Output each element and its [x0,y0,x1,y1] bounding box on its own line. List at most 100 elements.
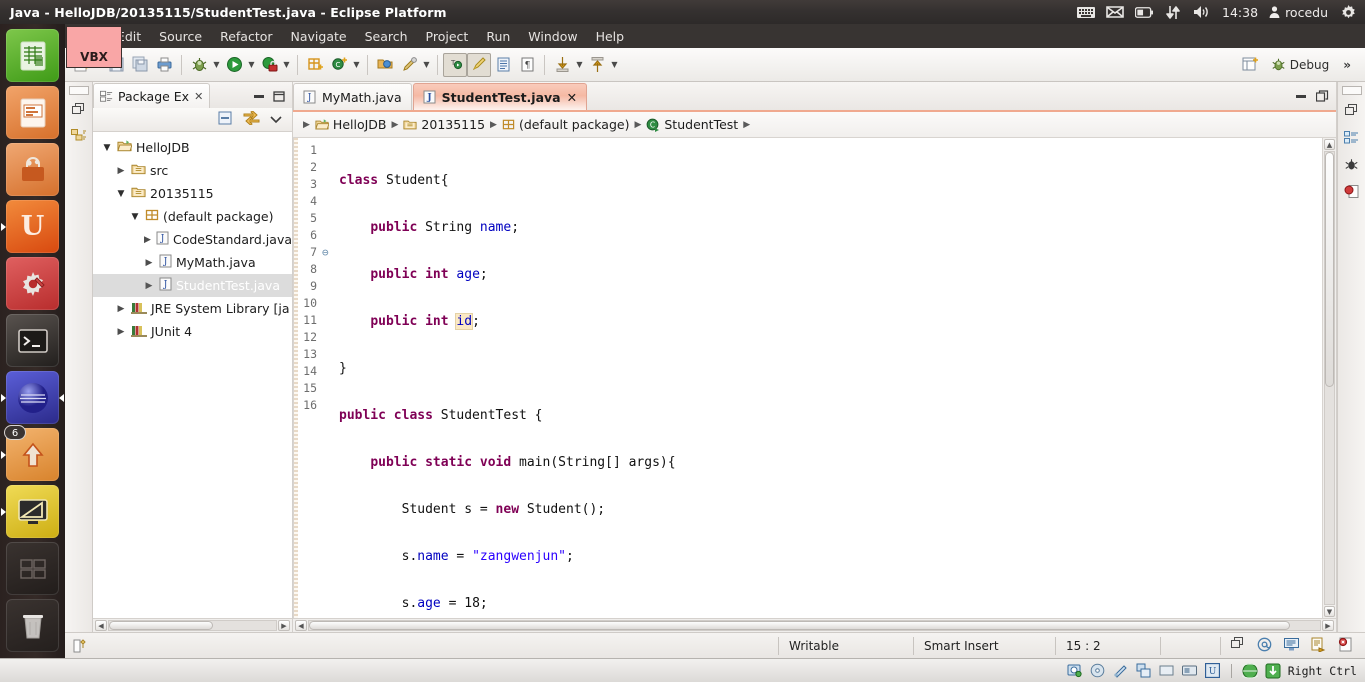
launcher-item-workspace-switcher[interactable] [6,542,59,595]
network-icon[interactable] [1164,4,1182,20]
editor-vscrollbar[interactable]: ▲ ▼ [1322,138,1336,618]
close-icon[interactable]: ✕ [567,90,577,105]
perspective-overflow-chevron[interactable]: » [1337,58,1357,72]
fold-marker-line7[interactable]: ⊖ [322,244,336,261]
launcher-item-libreoffice-impress[interactable] [6,86,59,139]
cd-icon[interactable] [1090,663,1106,679]
twisty-icon[interactable]: ▶ [143,258,155,268]
breadcrumb-item-type[interactable]: C StudentTest [646,117,738,132]
new-java-project-button[interactable] [303,53,327,77]
maximize-icon[interactable] [1316,90,1330,105]
previous-edit-dropdown-arrow[interactable]: ▼ [609,53,620,77]
minimize-icon[interactable] [1295,91,1308,105]
next-edit-dropdown-arrow[interactable]: ▼ [574,53,585,77]
host-key-icon[interactable] [1265,663,1281,679]
breakpoints-icon[interactable] [1344,184,1359,202]
external-tools-dropdown-arrow[interactable]: ▼ [281,53,292,77]
display-icon[interactable] [1182,663,1198,679]
new-java-class-dropdown-arrow[interactable]: ▼ [351,53,362,77]
package-explorer-hscrollbar[interactable]: ◀ ▶ [93,618,292,632]
breadcrumb-item-package[interactable]: (default package) [502,117,629,132]
scroll-left-arrow[interactable]: ◀ [95,620,107,631]
code-text[interactable]: class Student{ public String name; publi… [336,138,1322,618]
previous-edit-location-button[interactable] [585,53,609,77]
fast-view-handle[interactable] [1342,86,1362,95]
open-perspective-button[interactable] [1239,53,1263,77]
menu-refactor[interactable]: Refactor [211,27,281,46]
launcher-item-screen-ruler[interactable] [6,485,59,538]
launcher-item-terminal[interactable] [6,314,59,367]
scroll-right-arrow[interactable]: ▶ [1322,620,1334,631]
vm-icon[interactable]: U [1205,663,1221,679]
new-java-class-button[interactable]: C [327,53,351,77]
tab-package-explorer[interactable]: Package Ex ✕ [93,83,210,108]
search-dropdown-arrow[interactable]: ▼ [421,53,432,77]
restore-icon[interactable] [1231,637,1245,654]
clock[interactable]: 14:38 [1222,5,1258,20]
launcher-item-ubuntu-software-center[interactable] [6,143,59,196]
menu-window[interactable]: Window [519,27,586,46]
editor-hscrollbar[interactable]: ◀ ▶ [293,618,1336,632]
collapse-all-icon[interactable] [218,111,233,128]
tree-node-mymath-java[interactable]: ▶ J MyMath.java [93,251,292,274]
tree-node-default-package[interactable]: ▼ (default package) [93,205,292,228]
debug-bug-icon[interactable] [1344,157,1359,175]
menu-run[interactable]: Run [477,27,519,46]
scroll-down-arrow[interactable]: ▼ [1324,606,1335,617]
debug-dropdown-arrow[interactable]: ▼ [211,53,222,77]
scroll-track[interactable] [1324,151,1335,605]
menu-help[interactable]: Help [587,27,634,46]
twisty-icon[interactable]: ▶ [115,166,127,176]
tree-node-codestandard-java[interactable]: ▶ J CodeStandard.java [93,228,292,251]
editor-tab-studenttest[interactable]: J StudentTest.java ✕ [413,83,587,110]
tree-node-junit-4[interactable]: ▶ JUnit 4 [93,320,292,343]
breadcrumb-item-sourcefolder[interactable]: 20135115 [403,117,485,132]
network-icon[interactable] [1136,663,1152,679]
keyboard-icon[interactable] [1077,4,1095,20]
menu-navigate[interactable]: Navigate [282,27,356,46]
external-tools-button[interactable] [257,53,281,77]
tree-node-20135115[interactable]: ▼ 20135115 [93,182,292,205]
launcher-item-trash[interactable] [6,599,59,652]
folding-ruler[interactable]: ⊖ [322,138,336,618]
scroll-left-arrow[interactable]: ◀ [295,620,307,631]
mail-icon[interactable] [1106,4,1124,20]
twisty-icon[interactable]: ▼ [115,189,127,199]
scroll-right-arrow[interactable]: ▶ [278,620,290,631]
globe-icon[interactable] [1242,663,1258,679]
launcher-item-system-settings[interactable] [6,257,59,310]
twisty-icon[interactable]: ▶ [115,304,127,314]
breadcrumb-expand-icon[interactable]: ▶ [303,120,310,130]
launcher-item-libreoffice-calc[interactable] [6,29,59,82]
scroll-track[interactable] [308,620,1321,631]
tree-node-hellojdb[interactable]: ▼ HelloJDB [93,136,292,159]
toggle-whitespace-button[interactable]: ¶ [515,53,539,77]
perspective-tab-debug[interactable]: Debug [1265,55,1335,74]
debug-button[interactable] [187,53,211,77]
scroll-track[interactable] [108,620,277,631]
menu-source[interactable]: Source [150,27,211,46]
scroll-thumb[interactable] [109,621,213,630]
toggle-mark-occurrences-button[interactable] [467,53,491,77]
next-annotation-button[interactable]: T [443,53,467,77]
problems-icon[interactable] [1311,637,1326,655]
launcher-item-update-manager[interactable]: 6 [6,428,59,481]
open-type-button[interactable] [373,53,397,77]
scroll-thumb[interactable] [1325,152,1334,387]
scroll-thumb[interactable] [309,621,1290,630]
search-button[interactable] [397,53,421,77]
breadcrumb[interactable]: ▶ HelloJDB ▶ 20135115 ▶ (default package… [293,112,1336,138]
error-log-icon[interactable] [1338,637,1353,655]
breadcrumb-item-project[interactable]: HelloJDB [315,117,387,132]
tree-node-jre-system-library[interactable]: ▶ JRE System Library [ja [93,297,292,320]
scroll-up-arrow[interactable]: ▲ [1324,139,1335,150]
editor-tab-mymath[interactable]: J MyMath.java [293,83,412,110]
run-button[interactable] [222,53,246,77]
twisty-icon[interactable]: ▶ [115,327,127,337]
folder-icon[interactable] [1159,663,1175,679]
twisty-icon[interactable]: ▶ [143,281,155,291]
restore-icon[interactable] [1345,104,1359,121]
launcher-item-eclipse[interactable] [6,371,59,424]
view-menu-icon[interactable] [270,113,282,127]
hdd-icon[interactable] [1067,663,1083,679]
